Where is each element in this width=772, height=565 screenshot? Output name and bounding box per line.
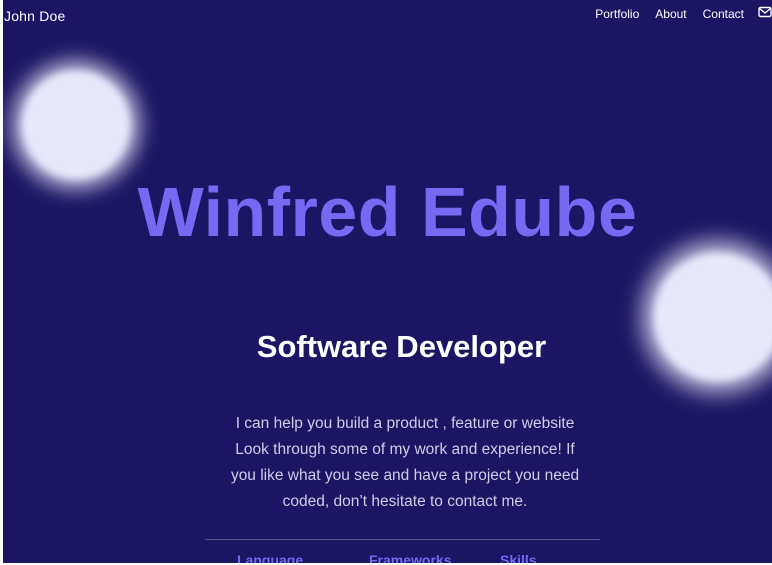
tab-skills[interactable]: Skills xyxy=(500,552,537,563)
nav-about[interactable]: About xyxy=(655,7,686,21)
mail-icon[interactable] xyxy=(758,5,772,19)
tab-language[interactable]: Language xyxy=(237,552,303,563)
hero-role: Software Developer xyxy=(256,328,547,364)
hero-bio: I can help you build a product , feature… xyxy=(230,414,580,510)
tab-frameworks[interactable]: Frameworks xyxy=(369,552,451,563)
nav-portfolio[interactable]: Portfolio xyxy=(595,7,639,21)
brand-name[interactable]: John Doe xyxy=(4,8,66,24)
nav-contact[interactable]: Contact xyxy=(703,7,744,21)
hero-name: Winfred Edube xyxy=(137,172,638,251)
portfolio-page: John Doe Portfolio About Contact Winfred… xyxy=(3,0,772,563)
section-divider xyxy=(205,539,600,540)
top-nav: Portfolio About Contact xyxy=(579,5,772,21)
decorative-blob-left xyxy=(21,70,131,180)
